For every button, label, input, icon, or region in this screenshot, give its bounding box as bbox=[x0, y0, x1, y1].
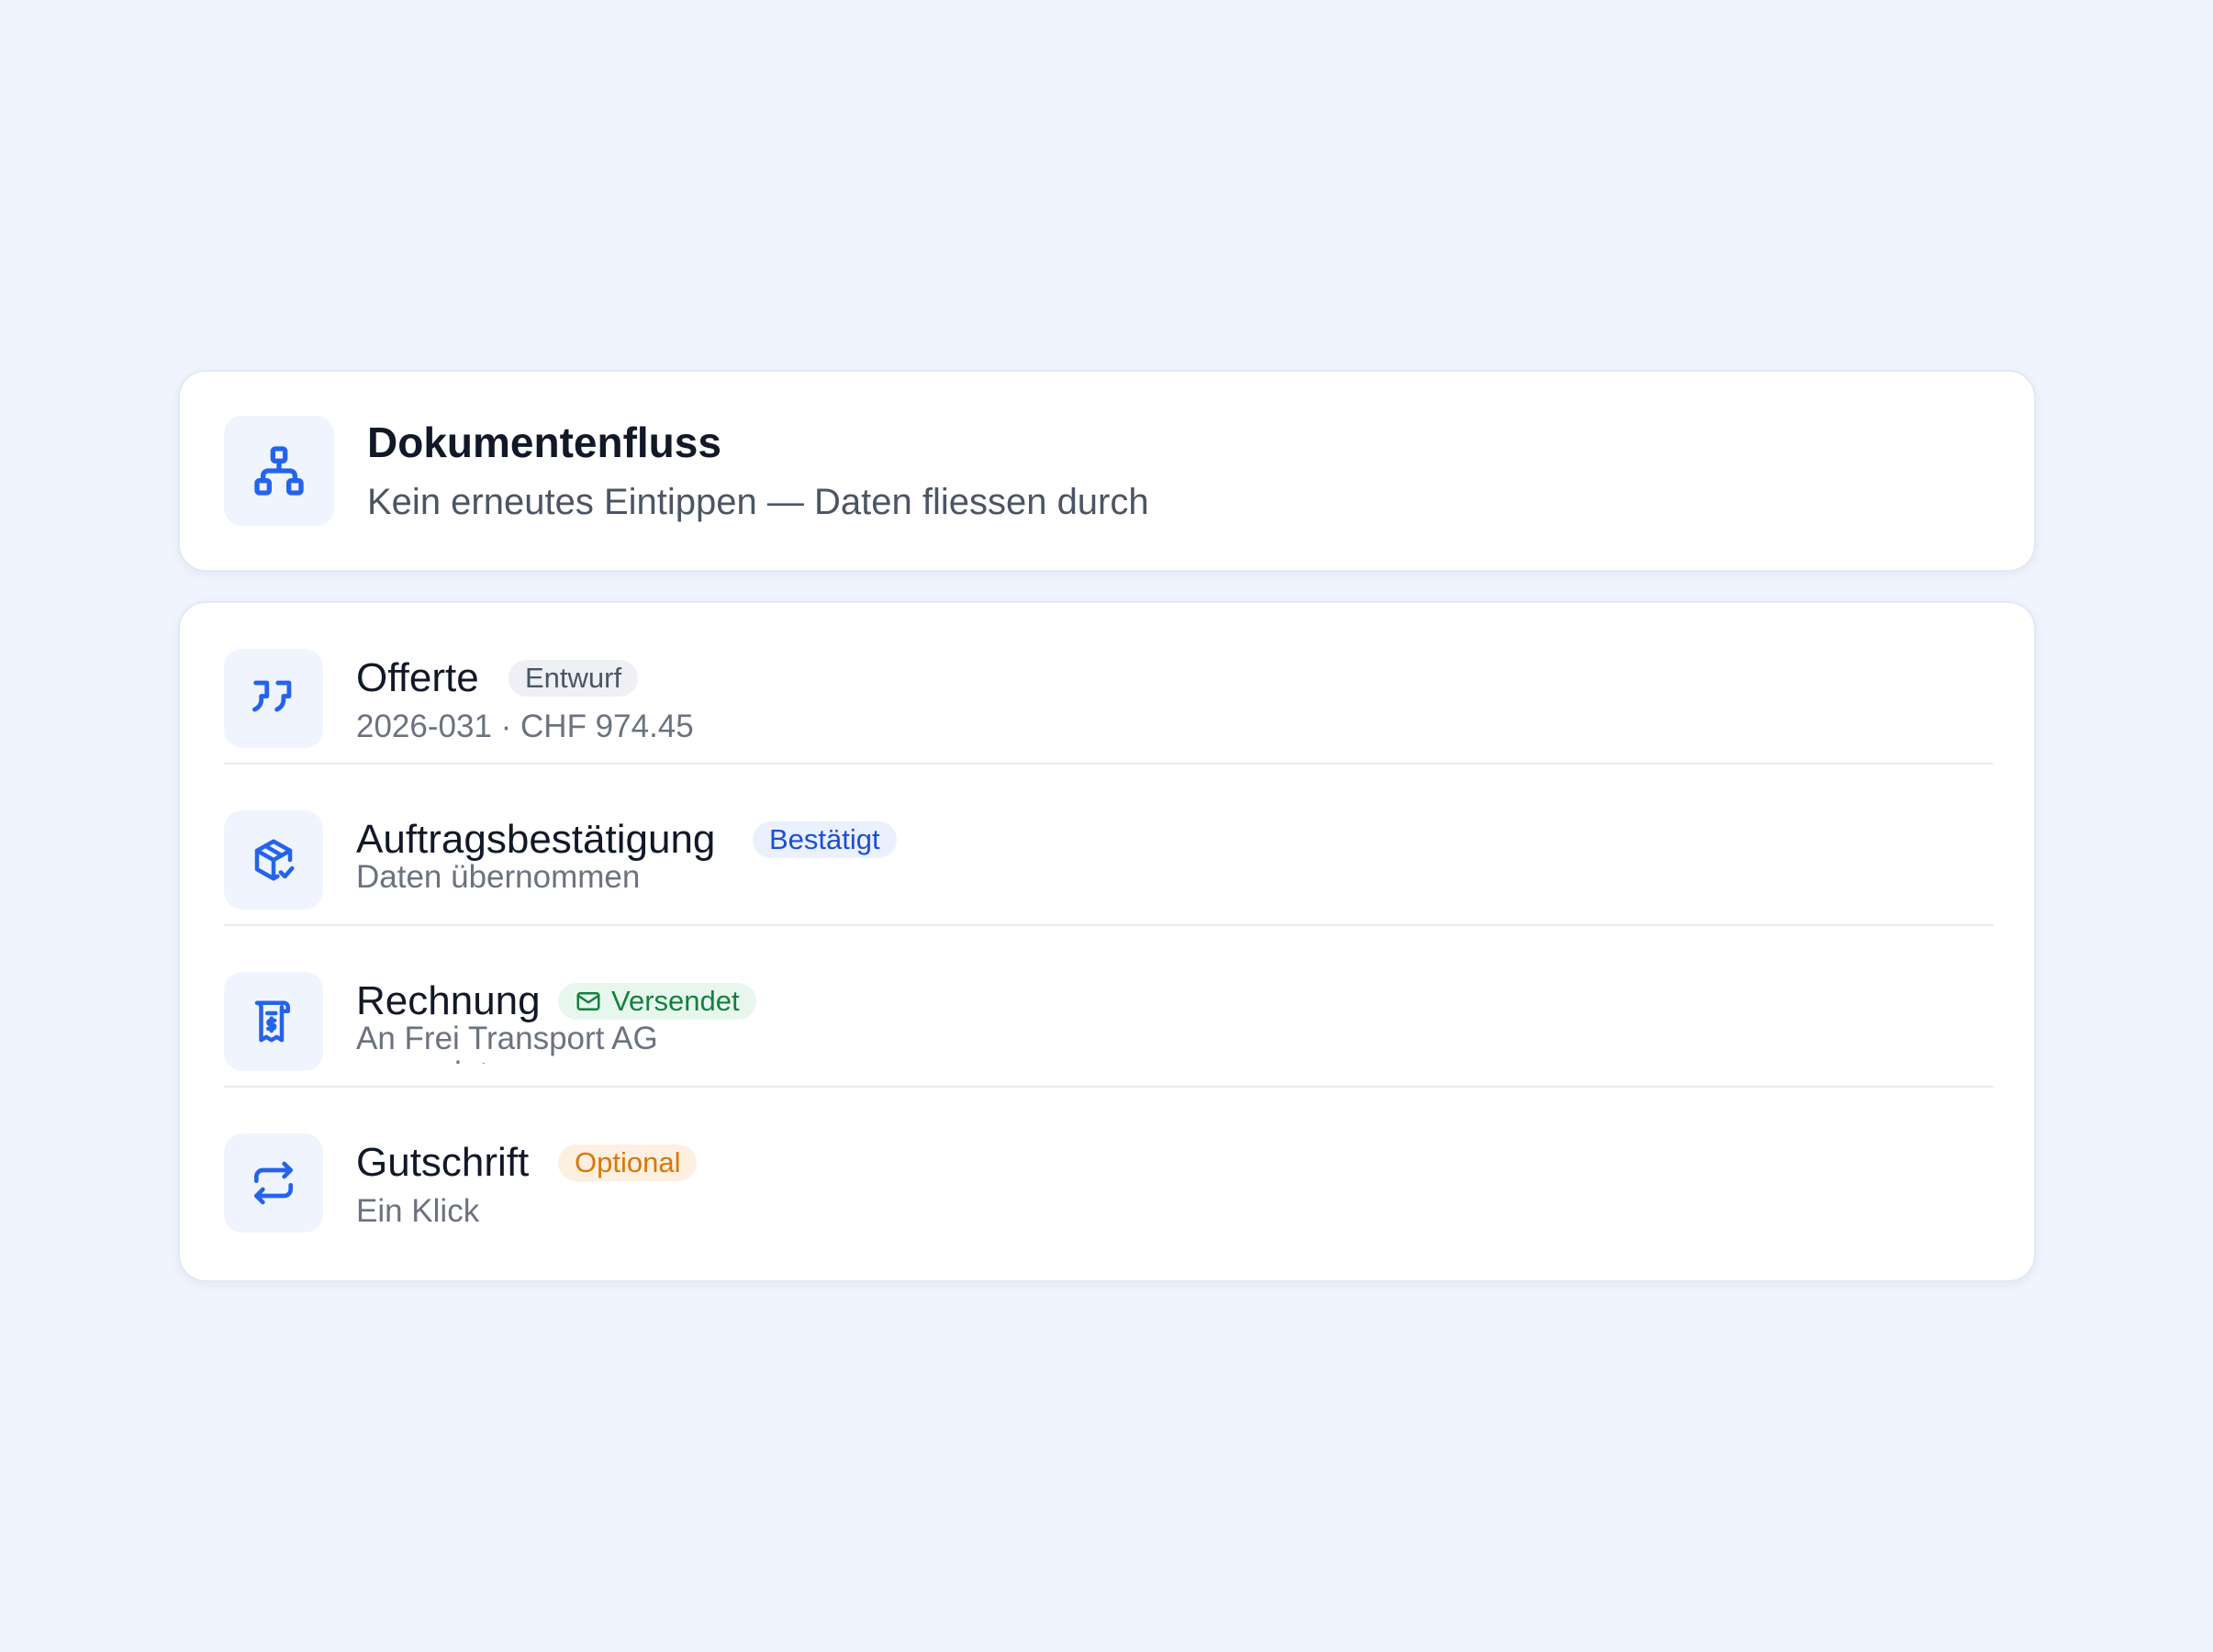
status-badge-label: Versendet bbox=[611, 985, 740, 1017]
document-subtitle: An Frei Transport AG gesendet bbox=[356, 1021, 658, 1064]
document-title: Auftragsbestätigung bbox=[356, 817, 716, 862]
list-item-auftragsbestaetigung[interactable]: Auftragsbestätigung Bestätigt Daten über… bbox=[224, 765, 1994, 926]
receipt-icon bbox=[224, 972, 323, 1071]
status-badge: Optional bbox=[558, 1144, 698, 1181]
sitemap-icon bbox=[224, 416, 334, 526]
status-badge-label: Bestätigt bbox=[769, 823, 880, 855]
document-title: Offerte bbox=[356, 655, 479, 700]
status-badge: Versendet bbox=[558, 983, 756, 1020]
repeat-icon bbox=[224, 1133, 323, 1233]
page-subtitle: Kein erneutes Eintippen — Daten fliessen… bbox=[367, 482, 1149, 522]
status-badge-label: Optional bbox=[575, 1146, 681, 1178]
status-badge-label: Entwurf bbox=[525, 662, 622, 694]
document-subtitle: Ein Klick bbox=[356, 1193, 480, 1229]
quote-icon bbox=[224, 649, 323, 748]
page-title: Dokumentenfluss bbox=[367, 419, 721, 466]
status-badge: Bestätigt bbox=[753, 821, 897, 858]
document-subtitle: 2026-031 · CHF 974.45 bbox=[356, 709, 694, 744]
status-badge: Entwurf bbox=[509, 660, 639, 697]
document-flow-list: Offerte Entwurf 2026-031 · CHF 974.45 Au… bbox=[178, 601, 2036, 1282]
list-item-rechnung[interactable]: Rechnung Versendet An Frei Transport AG … bbox=[224, 926, 1994, 1088]
document-title: Gutschrift bbox=[356, 1140, 530, 1185]
header-card: Dokumentenfluss Kein erneutes Eintippen … bbox=[178, 370, 2036, 572]
document-title: Rechnung bbox=[356, 978, 541, 1023]
document-subtitle: Daten übernommen bbox=[356, 860, 641, 895]
mail-icon bbox=[576, 992, 600, 1010]
list-item-offerte[interactable]: Offerte Entwurf 2026-031 · CHF 974.45 bbox=[224, 603, 1994, 765]
page-background: Dokumentenfluss Kein erneutes Eintippen … bbox=[0, 0, 2213, 1652]
package-check-icon bbox=[224, 810, 323, 910]
list-item-gutschrift[interactable]: Gutschrift Optional Ein Klick bbox=[224, 1088, 1994, 1249]
